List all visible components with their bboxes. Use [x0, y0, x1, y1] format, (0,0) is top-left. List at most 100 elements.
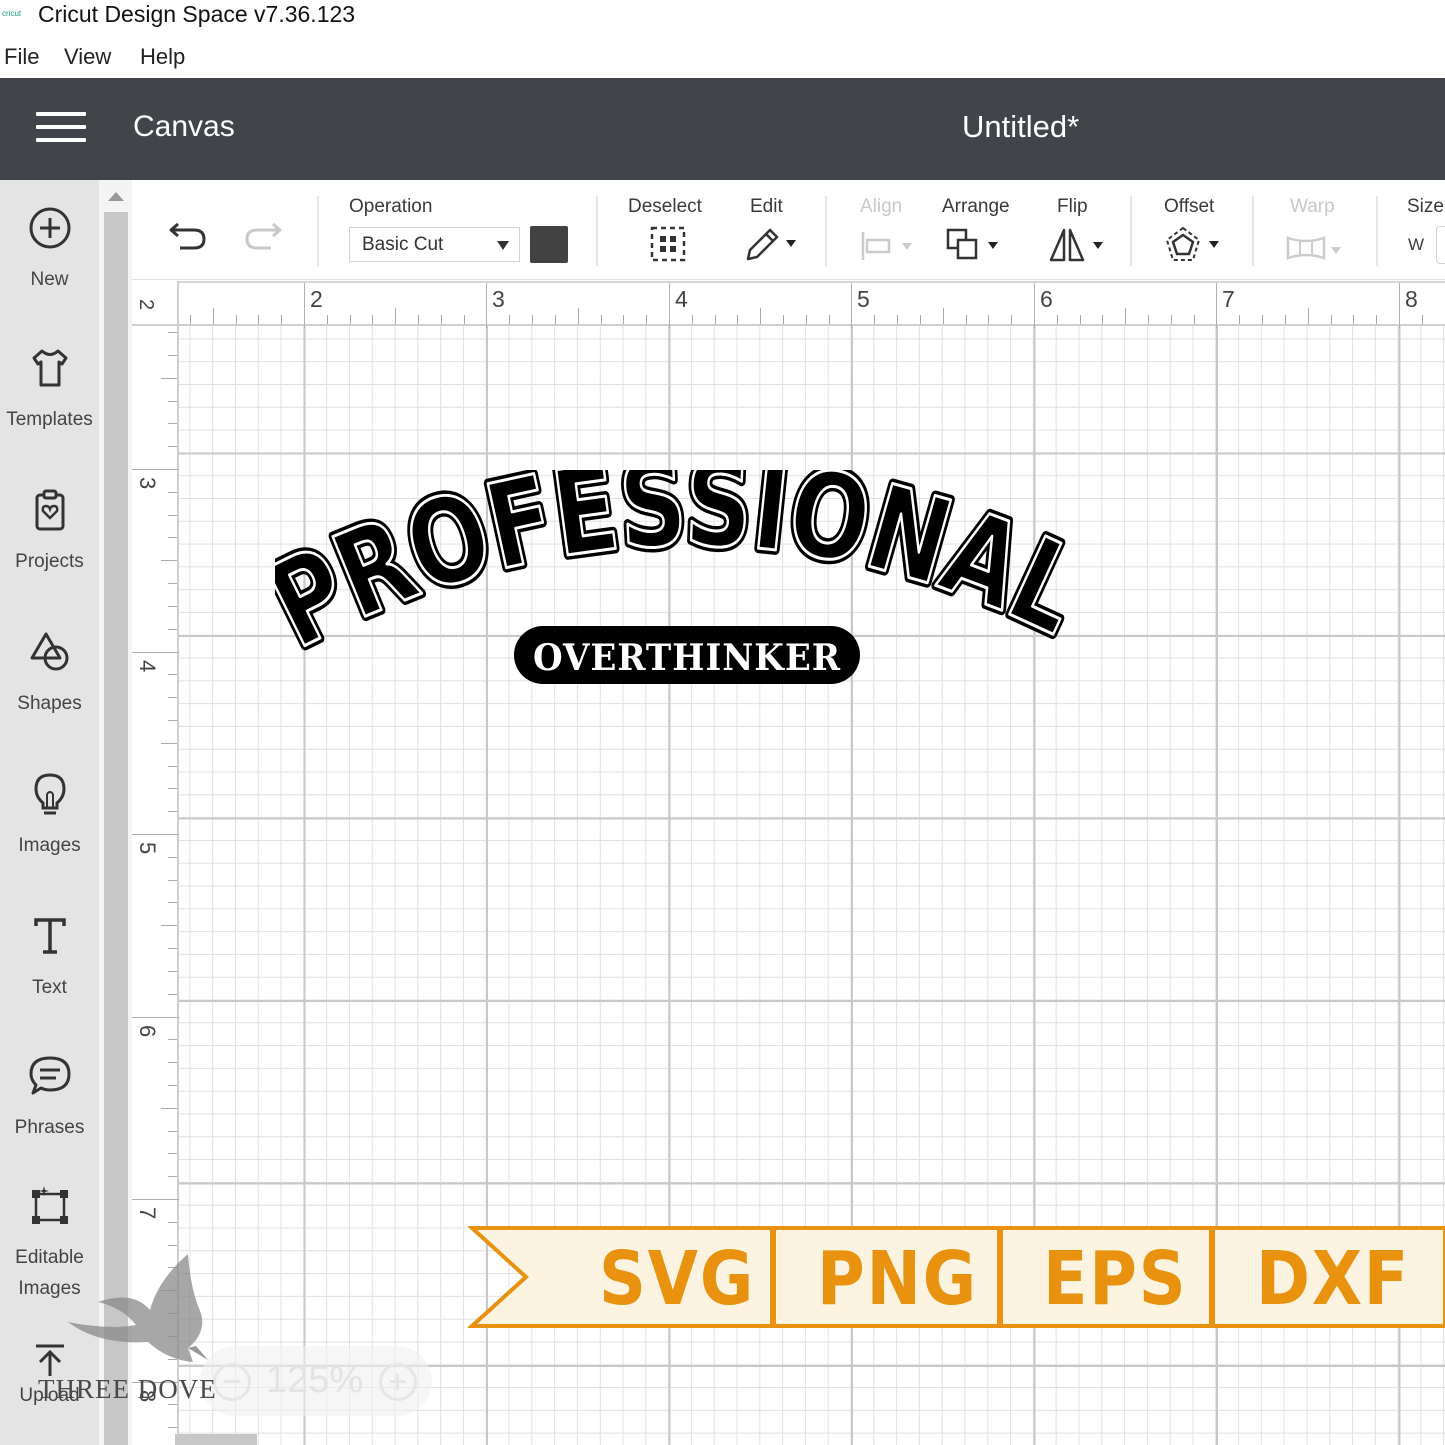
flip-icon	[1049, 228, 1103, 262]
ruler-number: 5	[135, 842, 160, 855]
operation-color-swatch[interactable]	[530, 226, 568, 263]
ruler-tick	[1079, 315, 1081, 324]
ruler-tick	[168, 879, 177, 881]
ruler-tick	[509, 315, 511, 324]
sidebar-item-text[interactable]: Text	[0, 914, 99, 1003]
ruler-tick	[168, 332, 177, 334]
hamburger-menu-icon[interactable]	[36, 112, 88, 146]
cricut-logo-icon: cricut	[2, 6, 26, 20]
ruler-tick	[168, 628, 177, 630]
size-width-label: W	[1408, 235, 1425, 254]
ruler-tick	[168, 719, 177, 721]
size-width-input[interactable]	[1436, 226, 1445, 264]
ruler-tick	[691, 315, 693, 324]
operation-label: Operation	[349, 196, 433, 217]
sidebar-item-phrases[interactable]: Phrases	[0, 1054, 99, 1143]
ruler-tick	[168, 970, 177, 972]
warp-button[interactable]	[1286, 232, 1344, 269]
sidebar-label: Images	[18, 835, 81, 856]
scroll-up-arrow-icon[interactable]	[108, 192, 124, 201]
design-group[interactable]: PROFESSIONAL PROFESSIONAL OVERTHINKER	[275, 470, 1105, 700]
ruler-tick	[212, 308, 214, 324]
sidebar-item-images[interactable]: Images	[0, 772, 99, 861]
zoom-in-icon[interactable]	[379, 1363, 417, 1401]
deselect-icon	[650, 226, 686, 262]
undo-button[interactable]	[168, 218, 208, 255]
plus-circle-icon	[29, 207, 70, 249]
ruler-tick	[161, 925, 177, 927]
sidebar-label: Phrases	[14, 1117, 85, 1138]
sidebar-item-shapes[interactable]: Shapes	[0, 630, 99, 719]
deselect-button[interactable]	[650, 226, 686, 267]
ruler-number: 8	[1405, 286, 1418, 312]
ruler-tick	[1353, 315, 1355, 324]
ruler-tick	[1307, 308, 1309, 324]
ruler-tick	[1193, 315, 1195, 324]
ruler-tick	[1239, 315, 1241, 324]
ruler-tick	[168, 1084, 177, 1086]
ruler-tick	[161, 1107, 177, 1109]
menu-view[interactable]: View	[64, 44, 111, 70]
ruler-tick	[168, 491, 177, 493]
ruler-tick	[714, 315, 716, 324]
offset-button[interactable]	[1165, 226, 1223, 269]
ruler-tick	[258, 315, 260, 324]
lightbulb-icon	[33, 773, 66, 815]
ruler-tick	[168, 1062, 177, 1064]
ruler-tick	[161, 742, 177, 744]
ruler-tick	[168, 514, 177, 516]
ruler-tick	[168, 788, 177, 790]
dove-logo-icon	[68, 1254, 208, 1362]
ruler-tick	[942, 308, 944, 324]
operation-value: Basic Cut	[362, 234, 444, 255]
ruler-tick	[1102, 315, 1104, 324]
menu-help[interactable]: Help	[140, 44, 185, 70]
offset-icon	[1165, 226, 1219, 261]
sidebar-label: Shapes	[17, 693, 82, 714]
ruler-tick	[168, 354, 177, 356]
operation-select[interactable]: Basic Cut	[349, 227, 520, 262]
ruler-number: 7	[135, 1207, 160, 1220]
arrange-label: Arrange	[942, 196, 1010, 217]
top-ruler: 2 3 4 5 6 7 8	[132, 281, 1445, 328]
ruler-tick	[326, 315, 328, 324]
redo-button[interactable]	[243, 218, 283, 255]
ruler-tick	[1330, 315, 1332, 324]
watermark: THREE DOVE	[38, 1250, 248, 1425]
ruler-tick	[1376, 315, 1378, 324]
speech-bubble-icon	[29, 1056, 70, 1095]
ruler-tick	[418, 315, 420, 324]
menu-bar: File View Help	[0, 38, 1445, 78]
horizontal-scroll-thumb[interactable]	[175, 1434, 257, 1445]
ruler-tick	[168, 1221, 177, 1223]
format-svg: SVG	[599, 1236, 756, 1322]
arrange-icon	[946, 228, 998, 260]
clipboard-icon	[35, 489, 64, 531]
arrange-button[interactable]	[946, 228, 1002, 267]
ruler-tick	[1056, 315, 1058, 324]
ruler-tick	[646, 315, 648, 324]
align-label: Align	[860, 196, 903, 217]
ruler-tick	[372, 315, 374, 324]
ruler-tick	[577, 308, 579, 324]
flip-button[interactable]	[1049, 227, 1107, 268]
menu-file[interactable]: File	[4, 44, 39, 70]
ruler-tick	[1011, 315, 1013, 324]
window-title-bar: cricut Cricut Design Space v7.36.123	[0, 0, 1445, 36]
sidebar-item-templates[interactable]: Templates	[0, 346, 99, 435]
align-button[interactable]	[860, 230, 916, 267]
ruler-tick	[168, 1153, 177, 1155]
edit-button[interactable]	[744, 226, 800, 267]
sidebar-item-projects[interactable]: Projects	[0, 488, 99, 577]
ruler-tick	[168, 1039, 177, 1041]
ruler-tick	[168, 537, 177, 539]
ruler-tick	[168, 948, 177, 950]
editable-image-icon	[31, 1186, 68, 1224]
ruler-tick	[919, 315, 921, 324]
document-title[interactable]: Untitled*	[962, 109, 1079, 145]
sidebar-item-new[interactable]: New	[0, 206, 99, 295]
sidebar-label: New	[30, 269, 69, 290]
ruler-corner: 2	[132, 281, 179, 326]
ruler-tick	[988, 315, 990, 324]
ruler-tick	[1125, 308, 1127, 324]
